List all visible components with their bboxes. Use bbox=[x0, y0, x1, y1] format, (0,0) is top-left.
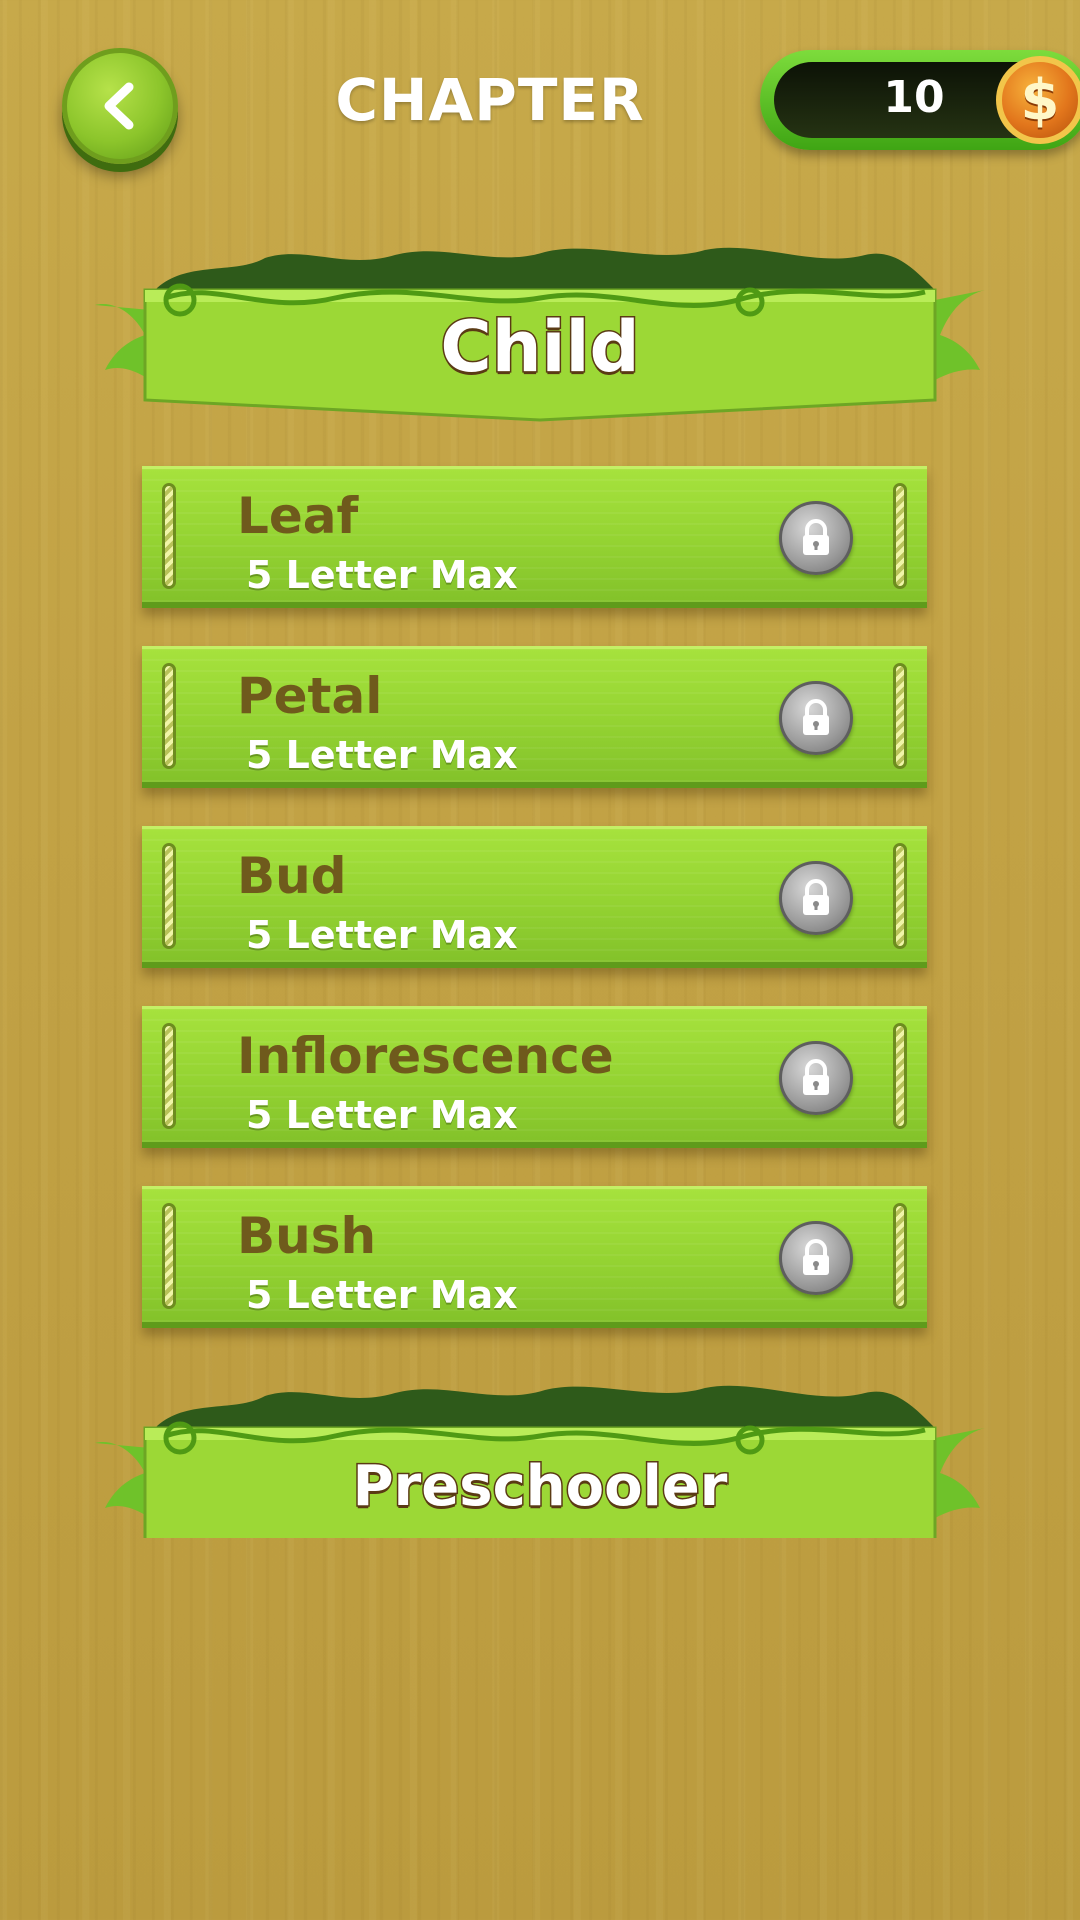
level-name: Bush bbox=[237, 1207, 377, 1265]
level-card[interactable]: Bush 5 Letter Max bbox=[142, 1186, 927, 1328]
chapter-title: Child bbox=[439, 305, 641, 390]
level-card[interactable]: Bud 5 Letter Max bbox=[142, 826, 927, 968]
rope-decoration bbox=[162, 663, 176, 769]
back-button[interactable] bbox=[62, 48, 178, 164]
level-subtitle: 5 Letter Max bbox=[246, 733, 518, 777]
lock-icon bbox=[779, 1221, 853, 1295]
chapter-banner-preschooler[interactable]: Preschooler bbox=[95, 1378, 985, 1538]
level-name: Inflorescence bbox=[237, 1027, 614, 1085]
level-name: Leaf bbox=[237, 487, 359, 545]
level-card[interactable]: Leaf 5 Letter Max bbox=[142, 466, 927, 608]
chapter-banner-child: Child bbox=[95, 240, 985, 430]
lock-icon bbox=[779, 681, 853, 755]
level-subtitle: 5 Letter Max bbox=[246, 913, 518, 957]
level-subtitle: 5 Letter Max bbox=[246, 1273, 518, 1317]
rope-decoration bbox=[893, 843, 907, 949]
page-title: CHAPTER bbox=[335, 66, 645, 134]
chapter-title: Preschooler bbox=[351, 1453, 729, 1521]
rope-decoration bbox=[162, 483, 176, 589]
rope-decoration bbox=[162, 843, 176, 949]
level-name: Bud bbox=[237, 847, 347, 905]
top-bar: CHAPTER 10 $ bbox=[0, 0, 1080, 200]
coin-balance: 10 $ bbox=[760, 50, 1080, 150]
lock-icon bbox=[779, 1041, 853, 1115]
rope-decoration bbox=[893, 1023, 907, 1129]
rope-decoration bbox=[893, 663, 907, 769]
rope-decoration bbox=[893, 483, 907, 589]
rope-decoration bbox=[893, 1203, 907, 1309]
lock-icon bbox=[779, 501, 853, 575]
level-subtitle: 5 Letter Max bbox=[246, 553, 518, 597]
lock-icon bbox=[779, 861, 853, 935]
coin-count: 10 bbox=[883, 72, 945, 123]
chevron-left-icon bbox=[104, 82, 134, 130]
rope-decoration bbox=[162, 1203, 176, 1309]
dollar-coin-icon: $ bbox=[996, 56, 1080, 144]
level-card[interactable]: Inflorescence 5 Letter Max bbox=[142, 1006, 927, 1148]
level-subtitle: 5 Letter Max bbox=[246, 1093, 518, 1137]
level-name: Petal bbox=[237, 667, 383, 725]
level-card[interactable]: Petal 5 Letter Max bbox=[142, 646, 927, 788]
rope-decoration bbox=[162, 1023, 176, 1129]
